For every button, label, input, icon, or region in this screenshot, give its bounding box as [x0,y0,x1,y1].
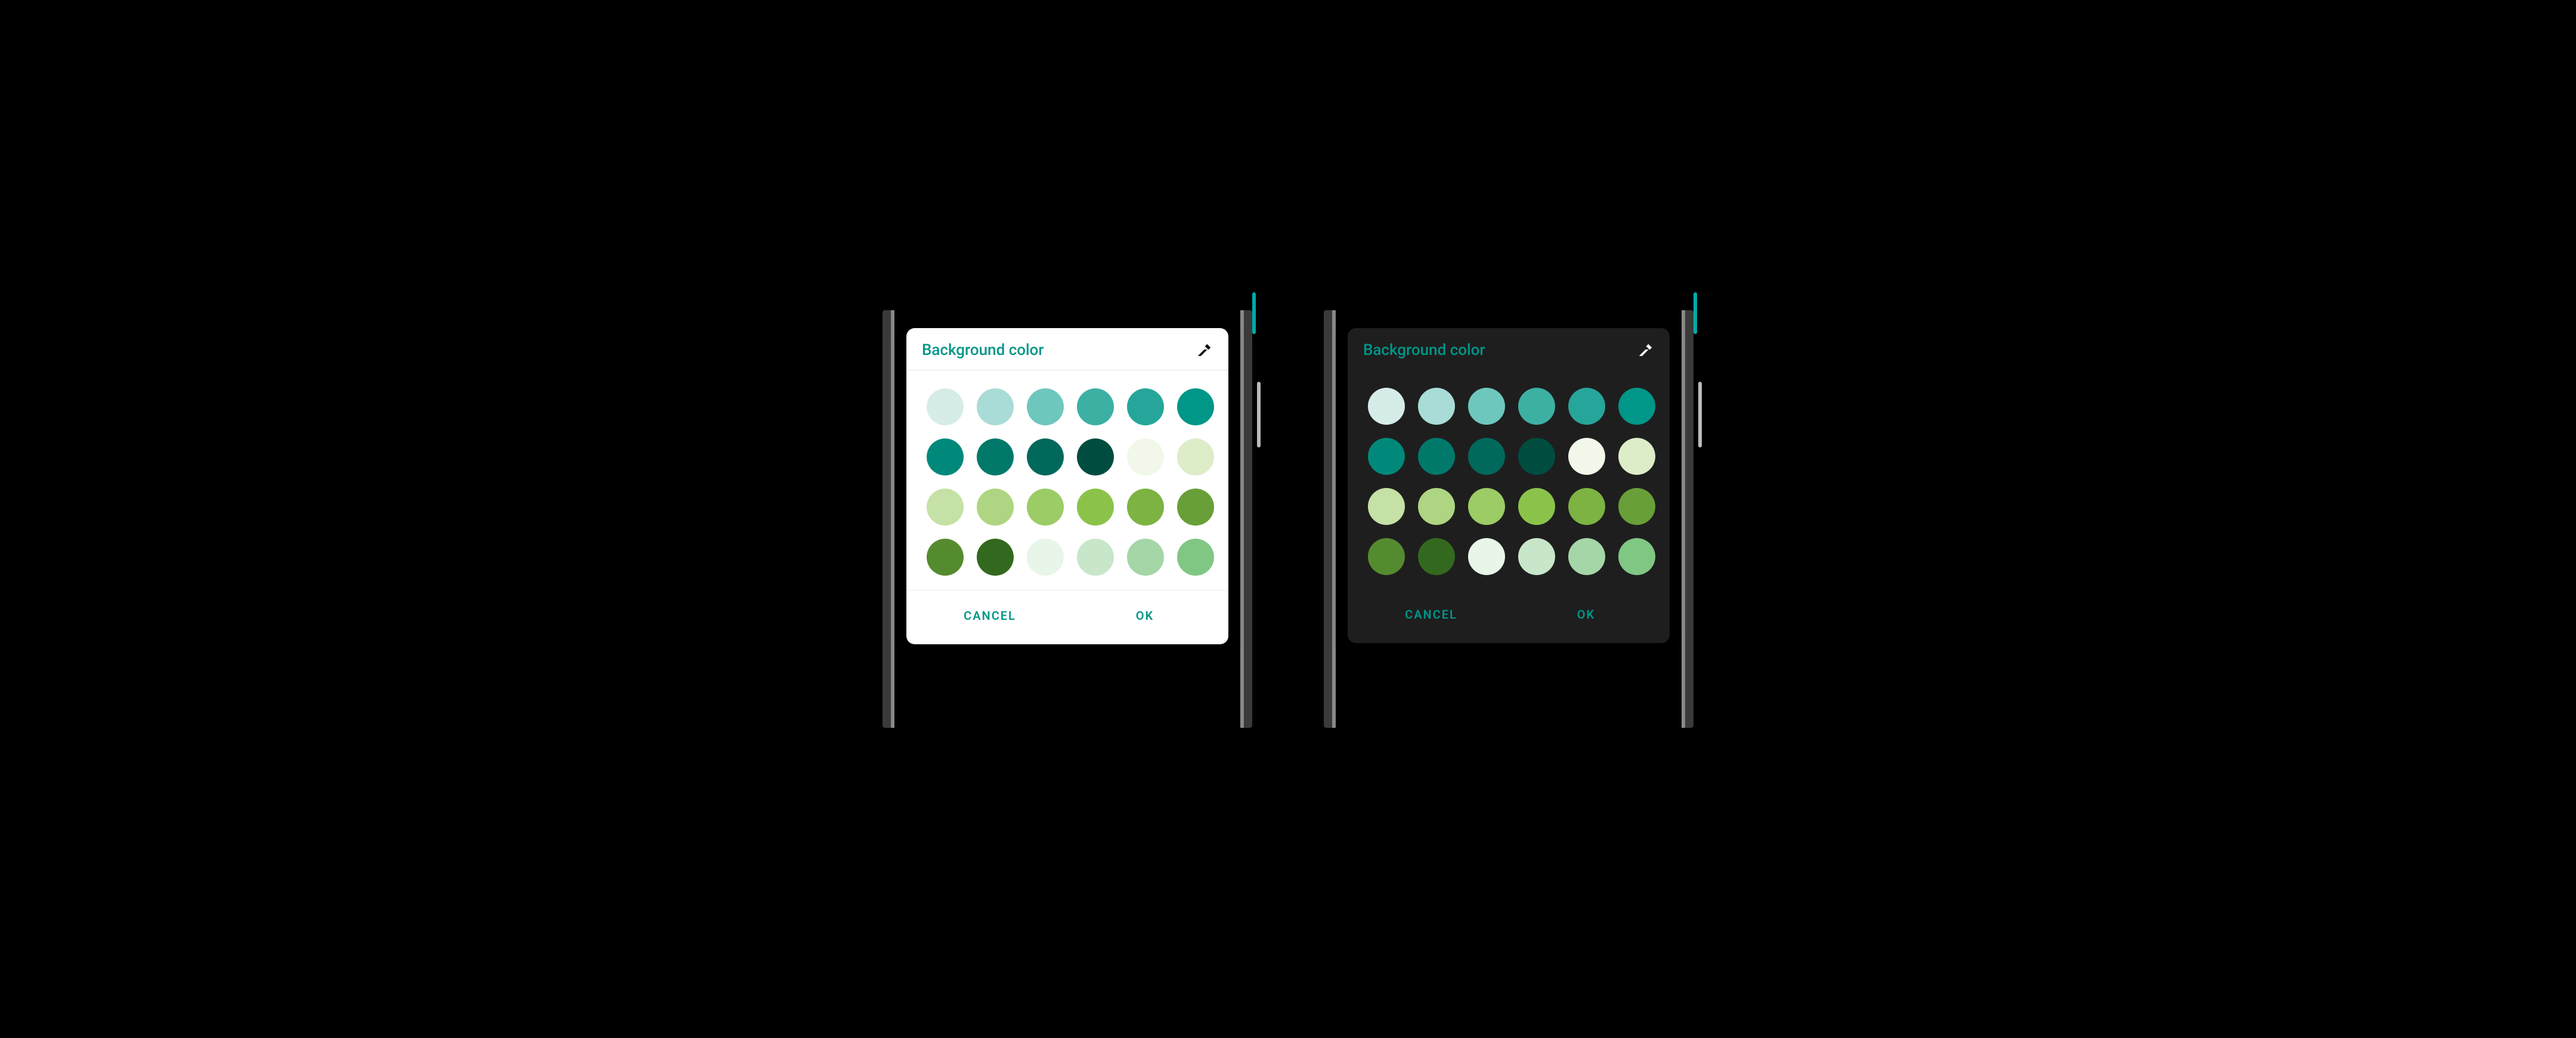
color-swatch[interactable] [977,539,1014,576]
color-swatch[interactable] [977,489,1014,526]
color-swatch[interactable] [1027,438,1064,475]
color-swatch[interactable] [927,539,964,576]
color-swatch[interactable] [927,489,964,526]
color-swatch[interactable] [1127,539,1164,576]
color-swatch[interactable] [1368,388,1405,425]
color-swatch[interactable] [1127,438,1164,475]
ok-button[interactable]: OK [1067,603,1222,629]
color-swatch[interactable] [1418,488,1455,525]
color-swatch[interactable] [1418,438,1455,475]
color-swatch[interactable] [1368,538,1405,575]
color-swatch[interactable] [1518,388,1555,425]
color-swatch[interactable] [1618,538,1655,575]
color-swatch[interactable] [1077,388,1114,425]
cancel-button[interactable]: CANCEL [912,603,1067,629]
color-swatch[interactable] [1518,438,1555,475]
swatch-grid [906,370,1228,590]
ok-button[interactable]: OK [1509,601,1664,628]
color-swatch[interactable] [1518,488,1555,525]
color-swatch[interactable] [927,438,964,475]
color-swatch[interactable] [1618,488,1655,525]
color-swatch[interactable] [1177,438,1214,475]
color-swatch[interactable] [1468,538,1505,575]
dialog-footer: CANCEL OK [1348,589,1670,643]
color-swatch[interactable] [1077,489,1114,526]
color-swatch[interactable] [1568,538,1605,575]
color-swatch[interactable] [1468,438,1505,475]
color-swatch[interactable] [1468,488,1505,525]
color-swatch[interactable] [1127,489,1164,526]
dialog-header: Background color [1348,328,1670,370]
color-swatch[interactable] [1127,388,1164,425]
color-picker-dialog-dark: Background color CANCEL OK [1348,328,1670,643]
color-swatch[interactable] [1618,388,1655,425]
color-picker-dialog-light: Background color CANCEL OK [906,328,1228,644]
color-swatch[interactable] [1418,388,1455,425]
color-swatch[interactable] [977,388,1014,425]
color-swatch[interactable] [1077,539,1114,576]
eyedropper-icon[interactable] [1637,342,1654,359]
color-swatch[interactable] [977,438,1014,475]
swatch-grid [1348,370,1670,589]
color-swatch[interactable] [1027,489,1064,526]
color-swatch[interactable] [1568,438,1605,475]
phone-dark: Background color CANCEL OK [1324,310,1693,728]
color-swatch[interactable] [1027,539,1064,576]
color-swatch[interactable] [1368,488,1405,525]
color-swatch[interactable] [927,388,964,425]
dialog-title: Background color [922,341,1044,359]
color-swatch[interactable] [1368,438,1405,475]
color-swatch[interactable] [1518,538,1555,575]
color-swatch[interactable] [1177,388,1214,425]
color-swatch[interactable] [1027,388,1064,425]
color-swatch[interactable] [1618,438,1655,475]
dialog-header: Background color [906,328,1228,370]
dialog-title: Background color [1363,341,1485,359]
color-swatch[interactable] [1177,489,1214,526]
phone-light: Background color CANCEL OK [883,310,1252,728]
color-swatch[interactable] [1077,438,1114,475]
cancel-button[interactable]: CANCEL [1354,601,1509,628]
color-swatch[interactable] [1418,538,1455,575]
eyedropper-icon[interactable] [1196,342,1213,359]
color-swatch[interactable] [1568,488,1605,525]
color-swatch[interactable] [1468,388,1505,425]
dialog-footer: CANCEL OK [906,590,1228,644]
color-swatch[interactable] [1177,539,1214,576]
color-swatch[interactable] [1568,388,1605,425]
